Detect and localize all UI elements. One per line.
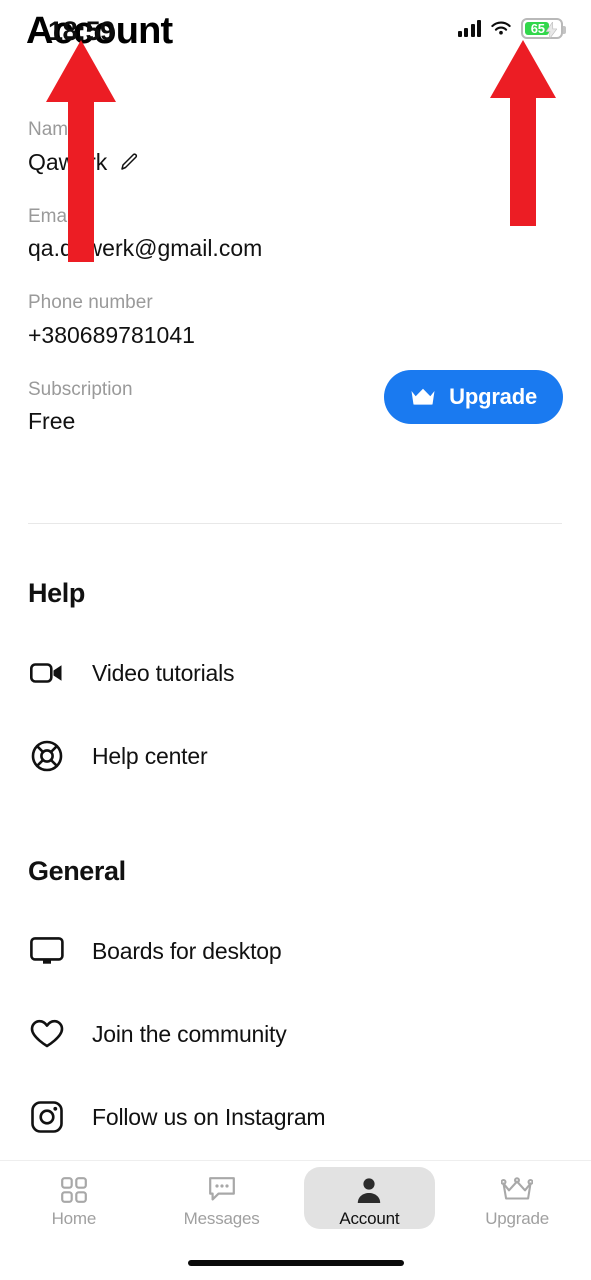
general-section: General Boards for desktop Join the comm… bbox=[28, 856, 563, 1137]
email-label: Email bbox=[28, 205, 76, 227]
cellular-signal-icon bbox=[457, 20, 481, 37]
menu-item-video-tutorials[interactable]: Video tutorials bbox=[28, 653, 563, 693]
name-value: Qawerk bbox=[28, 148, 108, 175]
desktop-monitor-icon bbox=[28, 932, 66, 970]
name-label: Name bbox=[28, 119, 79, 140]
battery-charging-icon: 65 bbox=[521, 18, 566, 39]
nav-item-account[interactable]: Account bbox=[303, 1167, 436, 1229]
nav-item-label: Messages bbox=[183, 1209, 260, 1228]
menu-item-label: Boards for desktop bbox=[92, 937, 282, 964]
subscription-field: Subscription Free Upgrade bbox=[28, 369, 563, 437]
home-indicator bbox=[187, 1260, 404, 1266]
instagram-icon bbox=[28, 1098, 66, 1136]
phone-label: Phone number bbox=[28, 292, 153, 313]
subscription-label: Subscription bbox=[28, 378, 133, 400]
profile-details: Name Qawerk Email qa.qawerk@gmail.com Ph… bbox=[28, 118, 563, 436]
chat-bubble-icon bbox=[205, 1175, 239, 1204]
upgrade-button[interactable]: Upgrade bbox=[384, 369, 563, 424]
mobile-screen: 18:59 65 Account Name Qawerk Email qa.qa… bbox=[0, 0, 591, 1280]
subscription-text-block: Subscription Free bbox=[28, 378, 133, 437]
menu-item-label: Video tutorials bbox=[92, 659, 235, 686]
menu-item-follow-us-on-instagram[interactable]: Follow us on Instagram bbox=[28, 1097, 563, 1137]
email-value: qa.qawerk@gmail.com bbox=[28, 235, 263, 262]
menu-item-join-the-community[interactable]: Join the community bbox=[28, 1014, 563, 1054]
name-field: Name Qawerk bbox=[28, 118, 563, 177]
nav-item-label: Home bbox=[51, 1209, 97, 1228]
email-field: Email qa.qawerk@gmail.com bbox=[28, 205, 563, 264]
nav-item-messages[interactable]: Messages bbox=[156, 1167, 288, 1229]
nav-item-home[interactable]: Home bbox=[8, 1167, 140, 1229]
menu-item-label: Join the community bbox=[92, 1020, 287, 1047]
subscription-value: Free bbox=[28, 408, 76, 435]
person-icon bbox=[352, 1175, 386, 1204]
crown-outline-icon bbox=[500, 1175, 534, 1204]
page-title: Account bbox=[26, 10, 173, 52]
video-camera-icon bbox=[28, 654, 66, 692]
heart-icon bbox=[28, 1015, 66, 1053]
menu-item-label: Follow us on Instagram bbox=[92, 1103, 326, 1130]
wifi-icon bbox=[491, 21, 511, 35]
phone-field: Phone number +380689781041 bbox=[28, 291, 563, 350]
crown-icon bbox=[411, 388, 435, 405]
status-bar-indicators: 65 bbox=[457, 18, 566, 39]
menu-item-boards-for-desktop[interactable]: Boards for desktop bbox=[28, 931, 563, 971]
battery-percent-label: 65 bbox=[530, 21, 545, 36]
nav-item-label: Account bbox=[339, 1209, 400, 1228]
phone-value: +380689781041 bbox=[28, 321, 195, 348]
grid-icon bbox=[57, 1175, 91, 1204]
nav-item-upgrade[interactable]: Upgrade bbox=[451, 1167, 583, 1229]
lifebuoy-icon bbox=[28, 737, 66, 775]
help-section-title: Help bbox=[28, 578, 85, 608]
section-divider bbox=[28, 523, 562, 524]
name-value-row: Qawerk bbox=[28, 148, 563, 177]
menu-item-label: Help center bbox=[92, 742, 208, 769]
menu-item-help-center[interactable]: Help center bbox=[28, 736, 563, 776]
nav-item-label: Upgrade bbox=[485, 1209, 550, 1228]
bottom-navigation-bar: Home Messages Account Upgrade bbox=[0, 1160, 591, 1280]
general-section-title: General bbox=[28, 856, 126, 886]
upgrade-button-label: Upgrade bbox=[449, 383, 537, 409]
help-section: Help Video tutorials Help center bbox=[28, 578, 563, 776]
charging-bolt-icon bbox=[546, 22, 557, 39]
pencil-edit-icon[interactable] bbox=[119, 152, 139, 172]
